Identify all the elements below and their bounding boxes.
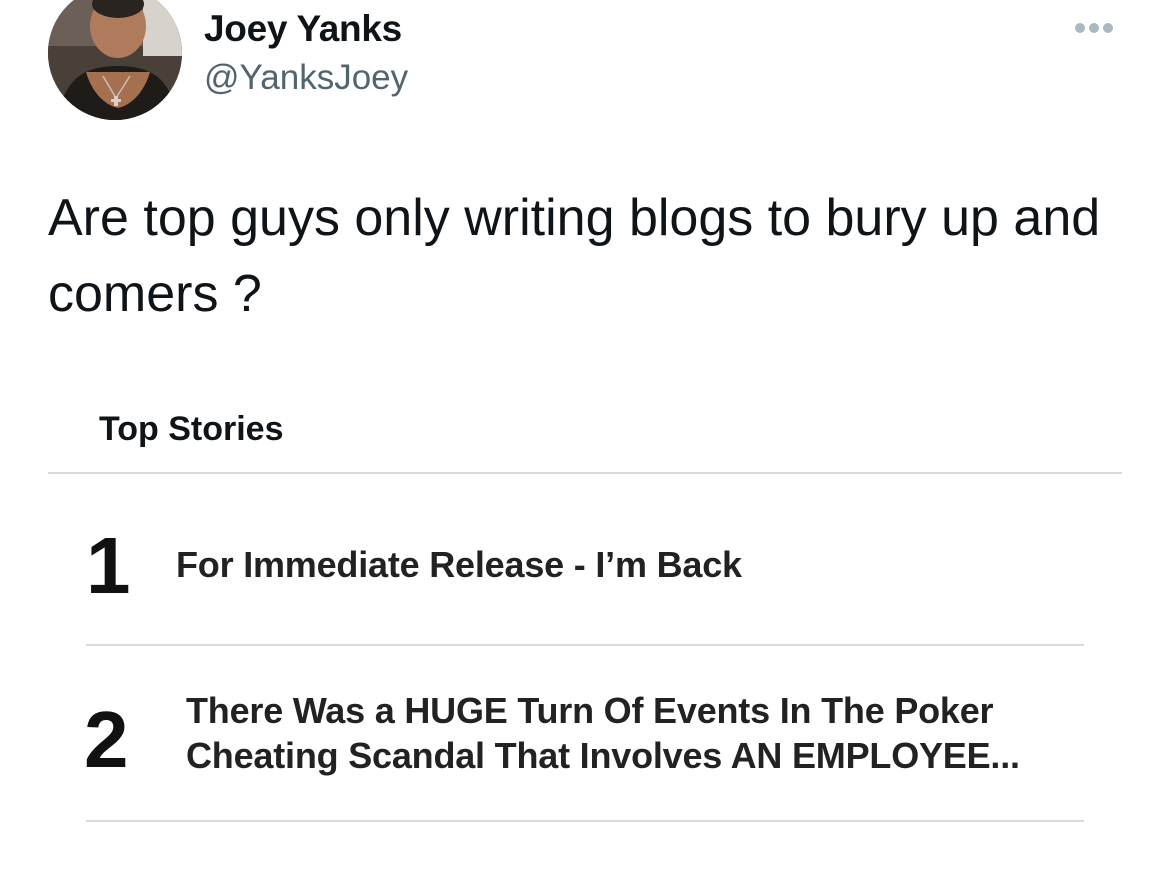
- tweet: Joey Yanks @YanksJoey Are top guys only …: [0, 0, 1169, 876]
- story-divider: [86, 820, 1084, 822]
- avatar[interactable]: [48, 0, 182, 120]
- story-divider: [86, 644, 1084, 646]
- author-handle[interactable]: @YanksJoey: [204, 58, 408, 98]
- avatar-image: [48, 0, 182, 120]
- card-title: Top Stories: [99, 410, 284, 448]
- story-rank: 2: [84, 695, 129, 784]
- top-stories-card[interactable]: Top Stories 1 For Immediate Release - I’…: [48, 380, 1122, 880]
- story-headline[interactable]: For Immediate Release - I’m Back: [176, 542, 742, 587]
- story-item[interactable]: 1 For Immediate Release - I’m Back: [86, 474, 1084, 646]
- story-rank: 1: [86, 521, 131, 610]
- author-display-name[interactable]: Joey Yanks: [204, 8, 402, 50]
- tweet-text: Are top guys only writing blogs to bury …: [48, 189, 1101, 323]
- more-options-icon[interactable]: [1070, 18, 1118, 38]
- story-item[interactable]: 2 There Was a HUGE Turn Of Events In The…: [84, 648, 1084, 822]
- story-headline[interactable]: There Was a HUGE Turn Of Events In The P…: [186, 688, 1066, 778]
